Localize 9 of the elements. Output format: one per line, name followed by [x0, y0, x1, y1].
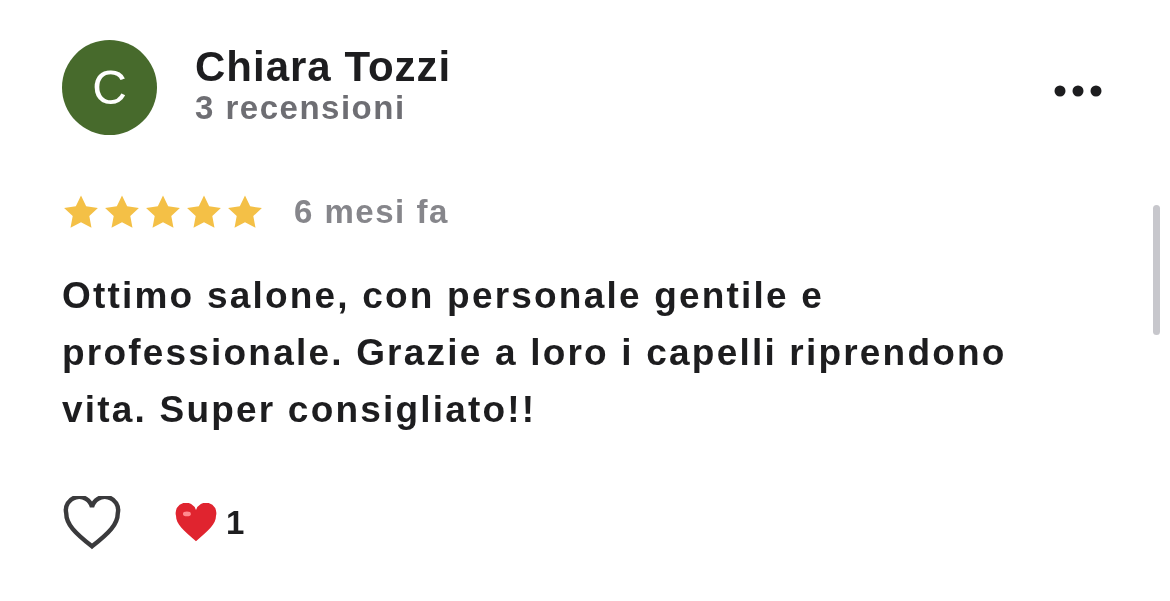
review-time: 6 mesi fa [294, 192, 449, 232]
like-heart-icon[interactable] [62, 495, 122, 550]
review-count: 3 recensioni [195, 90, 407, 127]
heart-icon [174, 502, 218, 543]
reviewer-name[interactable]: Chiara Tozzi [195, 44, 452, 91]
scrollbar[interactable] [1153, 205, 1160, 335]
reaction-count: 1 [226, 502, 245, 543]
avatar: C [62, 40, 157, 135]
review-text: Ottimo salone, con personale gentile e professionale. Grazie a loro i capelli riprendono vita. Super consigliato!! [62, 273, 1008, 432]
